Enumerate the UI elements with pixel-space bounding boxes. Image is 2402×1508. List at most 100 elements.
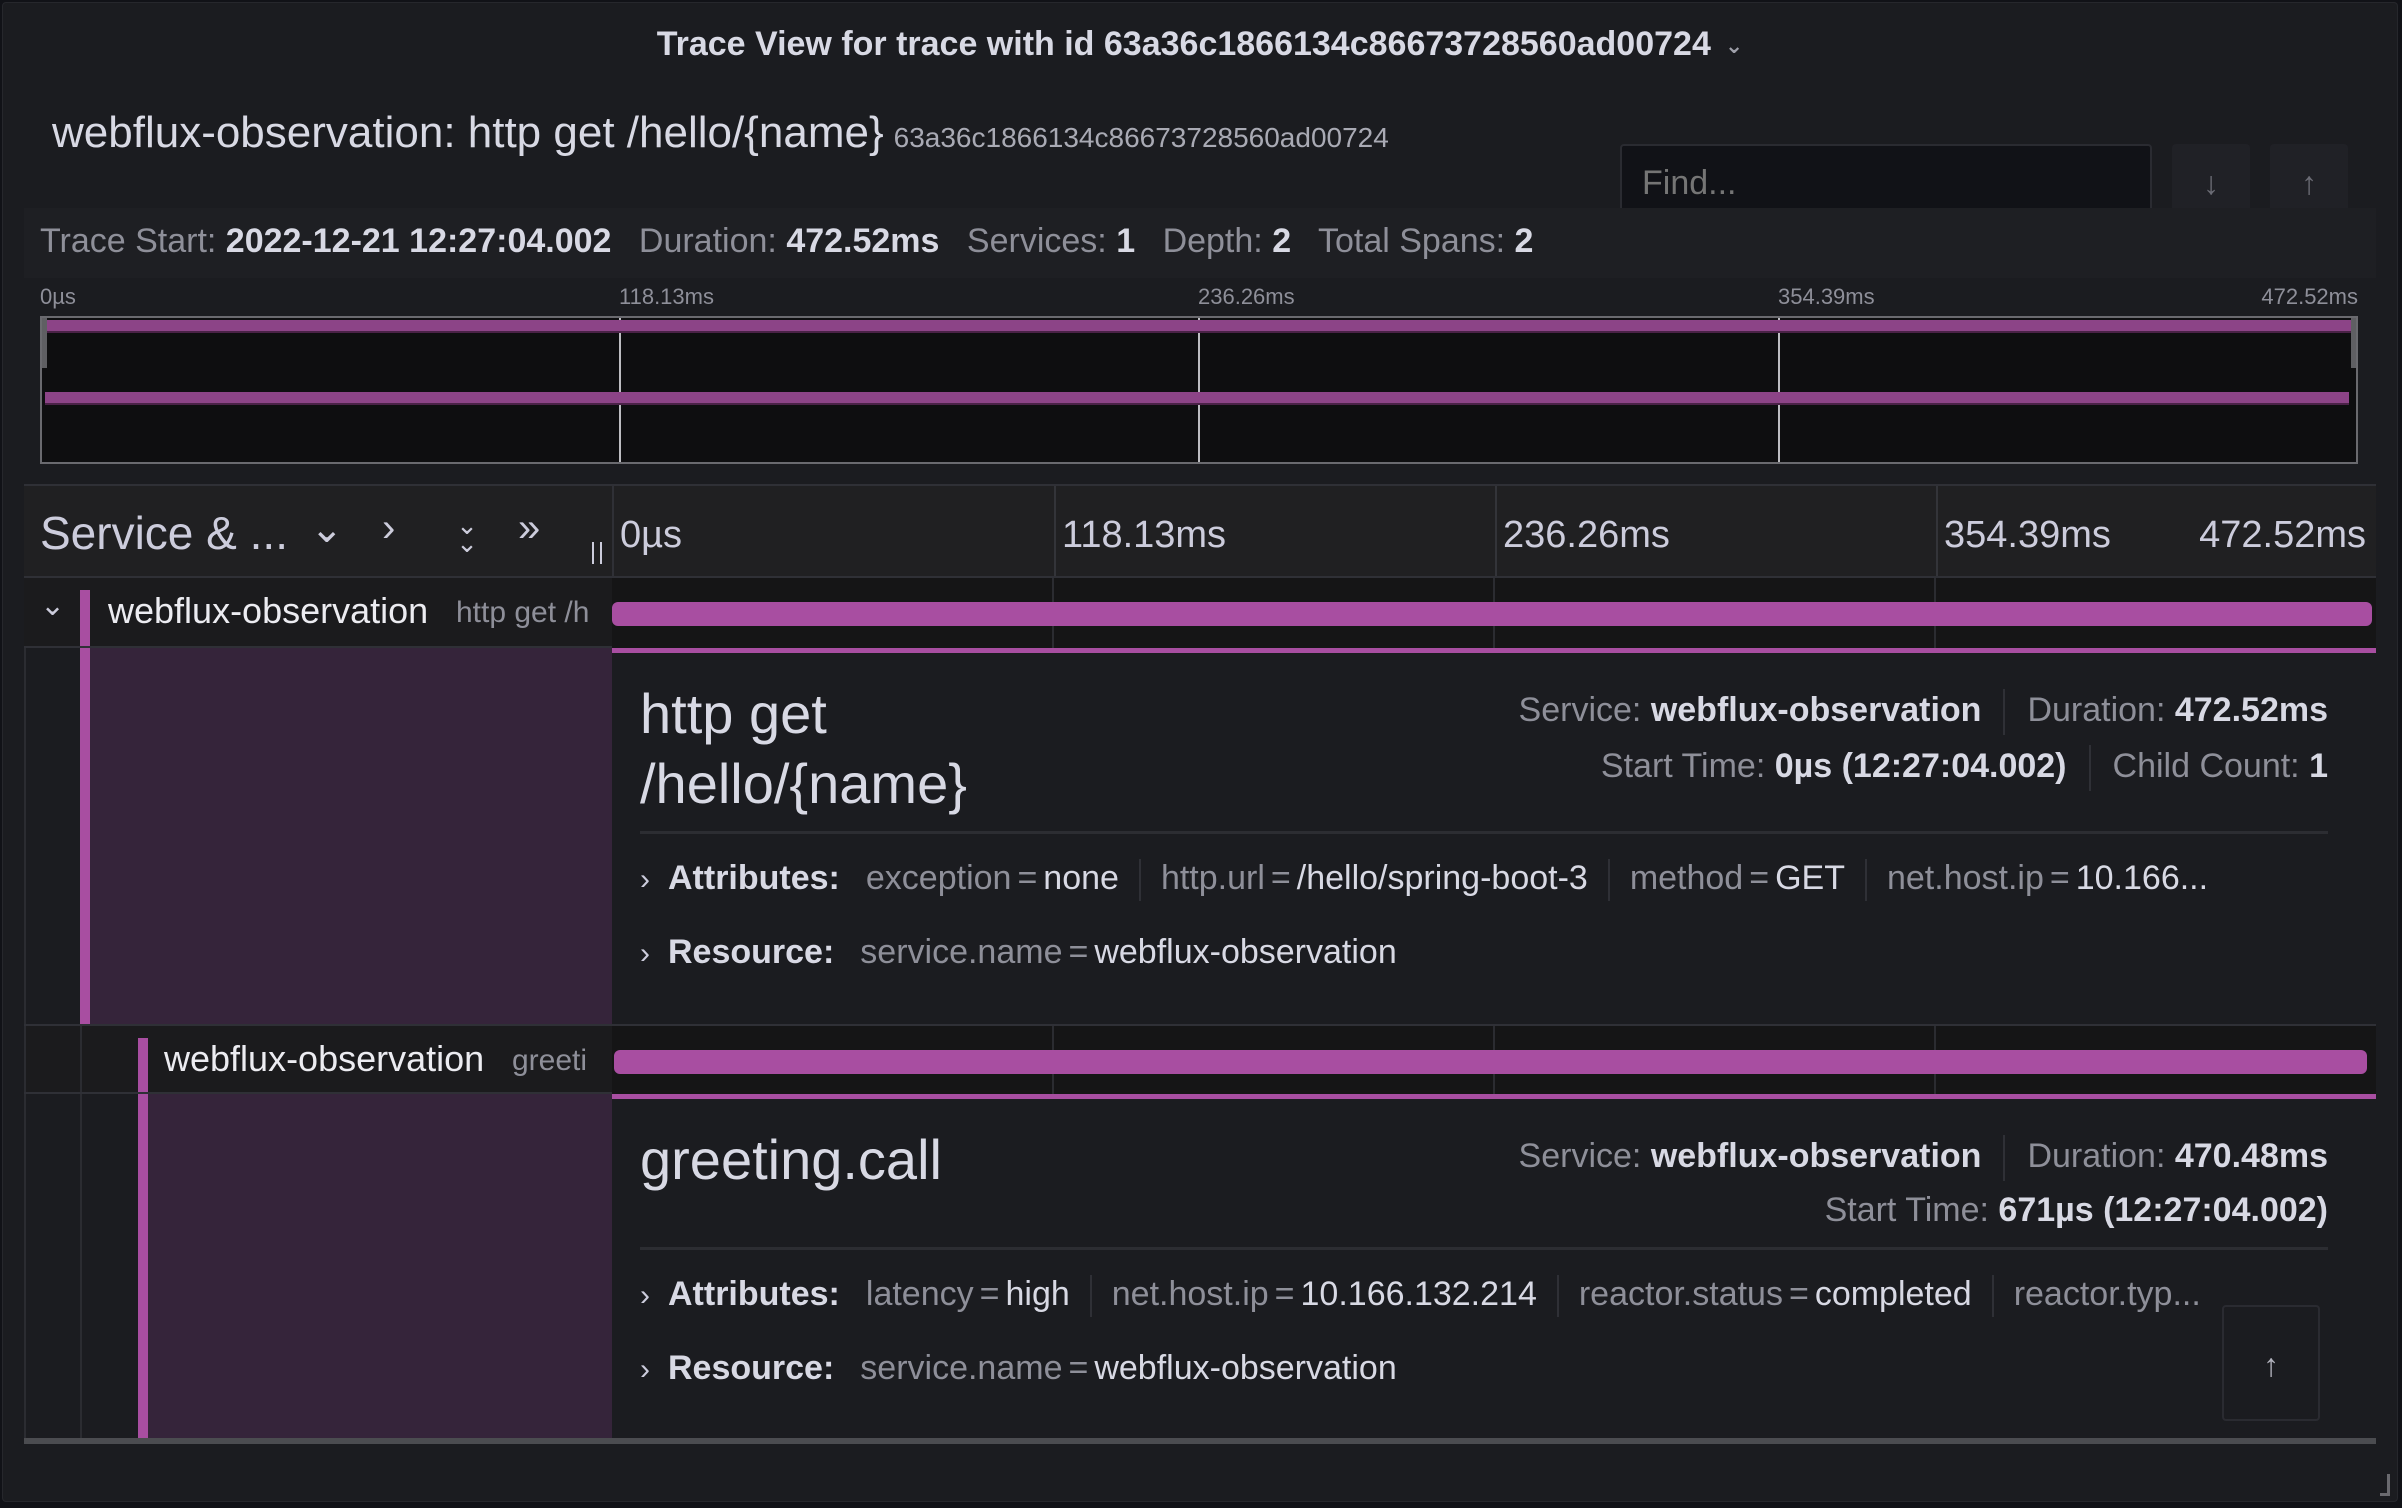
collapse-span-icon[interactable]: ⌄ xyxy=(40,588,65,623)
collapse-one-icon[interactable]: ⌄ xyxy=(310,506,344,552)
service-color-bar xyxy=(138,1094,148,1440)
service-color-bar xyxy=(80,648,90,1024)
divider xyxy=(1607,859,1610,902)
tree-guide xyxy=(80,1026,82,1092)
attr-eq: = xyxy=(1788,1275,1809,1313)
span-row-timeline[interactable] xyxy=(612,1026,2376,1094)
total-spans-label: Total Spans: xyxy=(1317,222,1506,260)
attributes-label: Attributes: xyxy=(668,1275,840,1313)
minimap-drag-handle-right[interactable] xyxy=(2351,318,2356,368)
span-detail-panel: greeting.call Service: webflux-observati… xyxy=(612,1094,2376,1440)
span-detail-panel: http get /hello/{name} Service: webflux-… xyxy=(612,648,2376,1024)
attr-value: GET xyxy=(1775,859,1845,897)
start-time-label: Start Time: xyxy=(1600,746,1766,785)
timeline-tick: 0µs xyxy=(620,514,683,556)
minimap-gridline xyxy=(619,318,621,462)
scrollbar-track[interactable] xyxy=(24,1438,2376,1444)
attr-eq: = xyxy=(1017,859,1038,897)
chevron-right-icon[interactable]: › xyxy=(640,863,650,896)
tree-guide xyxy=(24,1094,26,1440)
service-label: Service: xyxy=(1518,690,1642,729)
chevron-right-icon[interactable]: › xyxy=(640,1279,650,1312)
attr-key: exception xyxy=(865,859,1012,897)
service-color-bar xyxy=(138,1038,148,1092)
timeline-tick: 354.39ms xyxy=(1944,514,2111,556)
resource-row[interactable]: › Resource: service.name = webflux-observati… xyxy=(640,1349,1397,1388)
chevron-right-icon[interactable]: › xyxy=(640,937,650,970)
span-column-header: Service & ... ⌄ › ⌄ ⌄ » xyxy=(24,484,612,578)
collapse-all-icon[interactable]: ⌄ ⌄ xyxy=(452,512,482,556)
resource-row[interactable]: › Resource: service.name = webflux-observati… xyxy=(640,933,1397,972)
resource-key: service.name xyxy=(860,1349,1063,1387)
panel-resize-handle[interactable] xyxy=(2380,1474,2390,1496)
span-row[interactable]: webflux-observation greeti xyxy=(24,1024,2376,1094)
minimap-tick: 0µs xyxy=(40,284,76,309)
column-title: Service & ... xyxy=(40,507,288,559)
divider xyxy=(1991,1275,1994,1318)
expand-all-icon[interactable]: » xyxy=(518,506,540,551)
tree-guide xyxy=(80,1094,82,1440)
minimap-drag-handle-left[interactable] xyxy=(42,318,47,368)
resource-eq: = xyxy=(1068,1349,1089,1387)
attr-value: /hello/spring-boot-3 xyxy=(1296,859,1588,897)
span-row[interactable]: ⌄ webflux-observation http get /h xyxy=(24,578,2376,648)
start-time-value: 671µs (12:27:04.002) xyxy=(1998,1191,2328,1229)
trace-title: webflux-observation: http get /hello/{na… xyxy=(52,108,1389,158)
chevron-right-icon[interactable]: › xyxy=(640,1353,650,1386)
timeline-tick: 472.52ms xyxy=(2199,514,2366,556)
detail-left-fill xyxy=(80,648,612,1024)
arrow-down-icon: ↓ xyxy=(2203,165,2219,201)
attr-value: high xyxy=(1005,1275,1070,1313)
service-value: webflux-observation xyxy=(1650,1136,1982,1175)
operation-name: greeti xyxy=(512,1044,588,1077)
column-resize-handle[interactable] xyxy=(592,542,602,564)
attr-eq: = xyxy=(1270,859,1291,897)
span-detail-meta: Start Time: 0µs (12:27:04.002) Child Coun… xyxy=(1601,745,2328,791)
total-spans-value: 2 xyxy=(1514,222,1534,260)
timeline-gridline xyxy=(1936,486,1938,576)
span-row-label[interactable]: ⌄ webflux-observation http get /h xyxy=(24,578,612,648)
timeline-header: 0µs 118.13ms 236.26ms 354.39ms 472.52ms xyxy=(612,484,2376,578)
span-bar[interactable] xyxy=(612,602,2372,626)
service-name: webflux-observation xyxy=(164,1038,485,1079)
service-label: Service: xyxy=(1518,1136,1642,1175)
span-row-timeline[interactable] xyxy=(612,578,2376,648)
resource-label: Resource: xyxy=(668,1349,835,1387)
attr-key: reactor.typ... xyxy=(2013,1275,2201,1313)
expand-one-icon[interactable]: › xyxy=(382,506,395,551)
trace-minimap[interactable] xyxy=(40,316,2358,464)
duration-value: 470.48ms xyxy=(2174,1136,2328,1175)
trace-start-label: Trace Start: xyxy=(40,222,217,260)
attr-eq: = xyxy=(1749,859,1770,897)
attr-value: none xyxy=(1043,859,1119,897)
duration-label: Duration: xyxy=(2027,690,2166,729)
resource-value: webflux-observation xyxy=(1094,933,1397,971)
detail-left-fill xyxy=(138,1094,612,1440)
trace-stats: Trace Start: 2022-12-21 12:27:04.002 Dur… xyxy=(40,222,1551,261)
divider xyxy=(1089,1275,1092,1318)
chevron-down-icon[interactable]: ⌄ xyxy=(1725,33,1743,59)
attributes-row[interactable]: › Attributes: exception = none http.url =/hell… xyxy=(640,859,2208,902)
minimap-tick: 472.52ms xyxy=(2261,284,2358,309)
detail-gutter xyxy=(24,648,612,1024)
span-bar[interactable] xyxy=(614,1050,2367,1074)
resource-label: Resource: xyxy=(668,933,835,971)
attr-key: net.host.ip xyxy=(1886,859,2044,897)
minimap-tick: 236.26ms xyxy=(1198,284,1295,309)
duration-label: Duration: xyxy=(2027,1136,2166,1175)
divider xyxy=(1138,859,1141,902)
attr-key: latency xyxy=(865,1275,974,1313)
span-detail-title: greeting.call xyxy=(640,1128,942,1191)
attributes-row[interactable]: › Attributes: latency = high net.host.ip = 10.1… xyxy=(640,1275,2201,1318)
attr-eq: = xyxy=(2049,859,2070,897)
attr-key: http.url xyxy=(1160,859,1265,897)
panel-title[interactable]: Trace View for trace with id 63a36c18661… xyxy=(3,25,2397,64)
divider xyxy=(2088,745,2091,791)
attr-key: method xyxy=(1629,859,1744,897)
scroll-to-top-button[interactable]: ↑ xyxy=(2222,1305,2320,1421)
start-time-label: Start Time: xyxy=(1824,1191,1989,1229)
start-time-value: 0µs (12:27:04.002) xyxy=(1774,746,2067,785)
panel-title-text: Trace View for trace with id 63a36c18661… xyxy=(656,25,1711,63)
trace-id: 63a36c1866134c86673728560ad00724 xyxy=(893,122,1389,153)
span-row-label[interactable]: webflux-observation greeti xyxy=(24,1026,612,1094)
